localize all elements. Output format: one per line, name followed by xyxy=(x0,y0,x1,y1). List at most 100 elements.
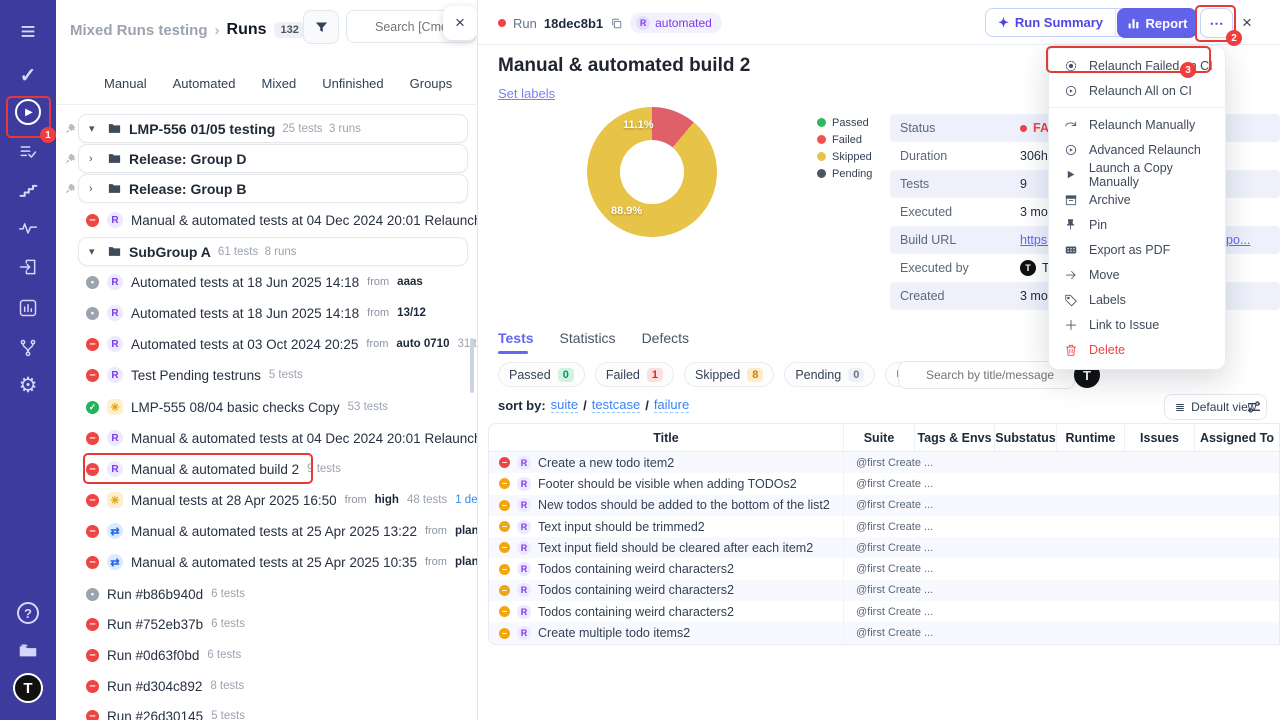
run-list-item[interactable]: Test Pending testruns 5 tests xyxy=(56,360,478,390)
run-list-item[interactable]: Automated tests at 18 Jun 2025 14:18 fro… xyxy=(56,298,478,328)
tab-tests[interactable]: Tests xyxy=(498,330,534,346)
user-avatar[interactable]: T xyxy=(0,673,56,703)
set-labels-link[interactable]: Set labels xyxy=(498,86,555,101)
chevron-right-icon[interactable]: › xyxy=(89,183,100,195)
col-issues[interactable]: Issues xyxy=(1125,424,1195,451)
reports-chart-icon[interactable] xyxy=(0,293,56,323)
test-row[interactable]: Text input field should be cleared after… xyxy=(489,537,1279,558)
col-title[interactable]: Title xyxy=(489,424,844,451)
breadcrumb-project[interactable]: Mixed Runs testing xyxy=(70,22,208,39)
run-list-item[interactable]: Automated tests at 03 Oct 2024 20:25 fro… xyxy=(56,329,478,359)
pending-filter-pill[interactable]: Pending0 xyxy=(784,362,875,387)
run-group-release-d[interactable]: › Release: Group D xyxy=(56,144,478,174)
filter-manual[interactable]: Manual xyxy=(104,76,147,91)
donut-failed-label: 11.1% xyxy=(623,119,654,131)
menu-item-label: Pin xyxy=(1089,218,1107,232)
col-tags-envs[interactable]: Tags & Envs xyxy=(915,424,995,451)
skipped-filter-pill[interactable]: Skipped8 xyxy=(684,362,774,387)
sign-in-icon[interactable] xyxy=(0,252,56,282)
pending-count-badge: 0 xyxy=(848,368,864,382)
scrollbar-thumb[interactable] xyxy=(470,338,474,393)
run-group-lmp556[interactable]: ▾ LMP-556 01/05 testing 25 tests 3 runs xyxy=(56,114,478,144)
run-list-item[interactable]: LMP-555 08/04 basic checks Copy 53 tests xyxy=(56,392,478,422)
run-group-release-b[interactable]: › Release: Group B xyxy=(56,174,478,204)
run-list-item[interactable]: Automated tests at 18 Jun 2025 14:18 fro… xyxy=(56,267,478,297)
test-row[interactable]: Create multiple todo items2 @first Creat… xyxy=(489,622,1279,643)
settings-gear-icon[interactable]: ⚙ xyxy=(0,370,56,400)
test-row[interactable]: Create a new todo item2 @first Create ..… xyxy=(489,452,1279,473)
legend-label: Skipped xyxy=(832,151,872,163)
branches-icon[interactable] xyxy=(0,333,56,363)
copy-icon[interactable] xyxy=(610,17,623,30)
menu-item-launch-copy[interactable]: Launch a Copy Manually xyxy=(1049,162,1225,187)
col-runtime[interactable]: Runtime xyxy=(1057,424,1125,451)
detail-label: Executed by xyxy=(890,261,1020,275)
filter-unfinished[interactable]: Unfinished xyxy=(322,76,383,91)
filter-mixed[interactable]: Mixed xyxy=(262,76,297,91)
help-icon[interactable]: ? xyxy=(0,598,56,628)
results-donut-chart: 11.1% 88.9% xyxy=(587,107,717,237)
sort-failure-link[interactable]: failure xyxy=(654,397,689,413)
panel-close-button[interactable]: × xyxy=(443,6,477,40)
sort-suite-link[interactable]: suite xyxy=(551,397,578,413)
hamburger-menu-icon[interactable]: ≡ xyxy=(0,16,56,46)
run-list-item[interactable]: Run #752eb37b 6 tests xyxy=(56,609,478,639)
run-list-item[interactable]: Manual & automated tests at 04 Dec 2024 … xyxy=(56,423,478,453)
run-group-subgroup-a[interactable]: ▾ SubGroup A 61 tests 8 runs xyxy=(56,237,478,267)
build-url-link-end[interactable]: po... xyxy=(1226,233,1250,247)
run-list-item[interactable]: Manual tests at 28 Apr 2025 16:50 from h… xyxy=(56,485,478,515)
tests-nav-check-icon[interactable]: ✓ xyxy=(0,60,56,90)
test-suite: @first Create ... xyxy=(844,452,915,473)
col-suite[interactable]: Suite xyxy=(844,424,915,451)
filter-button[interactable] xyxy=(303,10,339,44)
run-list-item[interactable]: Run #d304c892 8 tests xyxy=(56,671,478,701)
failed-filter-pill[interactable]: Failed1 xyxy=(595,362,674,387)
test-row[interactable]: Todos containing weird characters2 @firs… xyxy=(489,580,1279,601)
sliders-icon[interactable] xyxy=(1246,399,1262,415)
run-list-item[interactable]: Run #26d30145 5 tests xyxy=(56,701,478,720)
menu-item-labels[interactable]: Labels xyxy=(1049,287,1225,312)
filter-automated[interactable]: Automated xyxy=(173,76,236,91)
col-substatus[interactable]: Substatus xyxy=(995,424,1057,451)
menu-item-move[interactable]: Move xyxy=(1049,262,1225,287)
run-list-item[interactable]: Manual & automated tests at 25 Apr 2025 … xyxy=(56,516,478,546)
test-row[interactable]: Todos containing weird characters2 @firs… xyxy=(489,601,1279,622)
tests-table-header: Title Suite Tags & Envs Substatus Runtim… xyxy=(489,424,1279,452)
menu-item-relaunch-all-ci[interactable]: Relaunch All on CI xyxy=(1049,78,1225,103)
menu-item-export-pdf[interactable]: Export as PDF xyxy=(1049,237,1225,262)
close-icon[interactable]: × xyxy=(1242,13,1252,33)
tab-defects[interactable]: Defects xyxy=(642,330,689,346)
tests-search-input[interactable] xyxy=(898,361,1075,389)
projects-folder-icon[interactable] xyxy=(0,635,56,665)
run-list-item[interactable]: Manual & automated tests at 25 Apr 2025 … xyxy=(56,547,478,577)
chevron-down-icon[interactable]: ▾ xyxy=(89,245,100,258)
chevron-right-icon[interactable]: › xyxy=(89,153,100,165)
report-button[interactable]: Report xyxy=(1117,8,1197,38)
run-defects[interactable]: 1 defects xyxy=(455,494,478,506)
tests-value: 9 xyxy=(1020,177,1027,191)
run-list-item[interactable]: Run #0d63f0bd 6 tests xyxy=(56,640,478,670)
passed-filter-pill[interactable]: Passed0 xyxy=(498,362,585,387)
test-row[interactable]: Footer should be visible when adding TOD… xyxy=(489,473,1279,494)
chevron-down-icon[interactable]: ▾ xyxy=(89,122,100,135)
test-row[interactable]: New todos should be added to the bottom … xyxy=(489,495,1279,516)
automated-test-icon xyxy=(517,626,531,640)
run-list-item[interactable]: Run #b86b940d 6 tests xyxy=(56,579,478,609)
breadcrumb-separator-icon: › xyxy=(215,22,220,39)
milestones-stairs-icon[interactable] xyxy=(0,175,56,205)
status-filter-pills: Passed0 Failed1 Skipped8 Pending0 1 xyxy=(498,362,934,387)
col-assigned-to[interactable]: Assigned To xyxy=(1195,424,1279,451)
run-list-item[interactable]: Manual & automated tests at 04 Dec 2024 … xyxy=(56,205,478,235)
sort-testcase-link[interactable]: testcase xyxy=(592,397,640,413)
activity-pulse-icon[interactable] xyxy=(0,213,56,243)
test-row[interactable]: Todos containing weird characters2 @firs… xyxy=(489,558,1279,579)
menu-item-relaunch-manually[interactable]: Relaunch Manually xyxy=(1049,112,1225,137)
menu-item-archive[interactable]: Archive xyxy=(1049,187,1225,212)
menu-item-delete[interactable]: Delete xyxy=(1049,337,1225,362)
tab-statistics[interactable]: Statistics xyxy=(560,330,616,346)
menu-item-link-to-issue[interactable]: Link to Issue xyxy=(1049,312,1225,337)
menu-item-advanced-relaunch[interactable]: Advanced Relaunch xyxy=(1049,137,1225,162)
menu-item-pin[interactable]: Pin xyxy=(1049,212,1225,237)
test-row[interactable]: Text input should be trimmed2 @first Cre… xyxy=(489,516,1279,537)
filter-groups[interactable]: Groups xyxy=(410,76,453,91)
